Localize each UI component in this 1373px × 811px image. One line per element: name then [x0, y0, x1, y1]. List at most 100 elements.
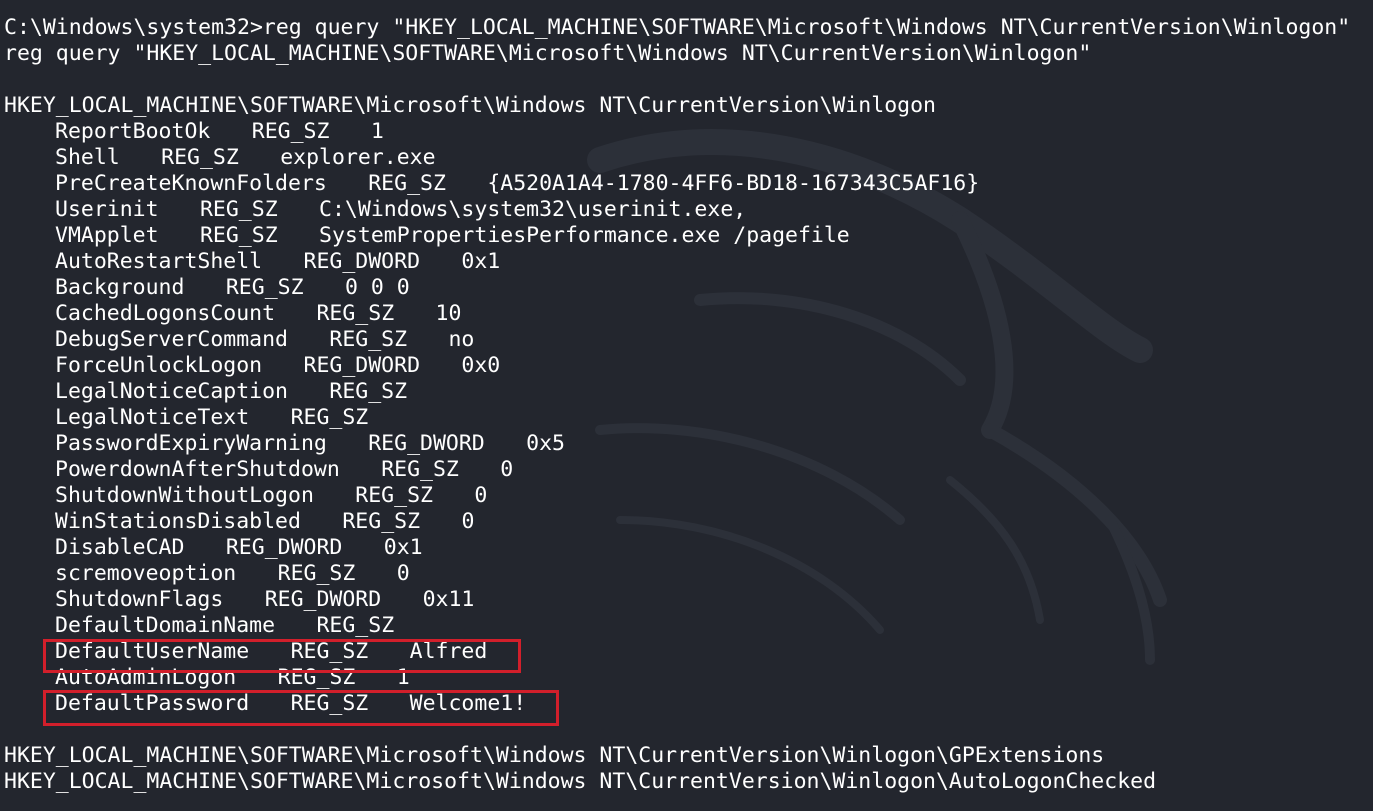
registry-value-row: Background REG_SZ 0 0 0: [4, 275, 1369, 301]
command-echo-text: reg query "HKEY_LOCAL_MACHINE\SOFTWARE\M…: [4, 41, 1092, 66]
registry-value-row: PasswordExpiryWarning REG_DWORD 0x5: [4, 431, 1369, 457]
registry-value-row: Shell REG_SZ explorer.exe: [4, 145, 1369, 171]
registry-value-type: REG_SZ: [290, 639, 369, 664]
registry-value-name: DisableCAD: [55, 535, 185, 560]
command-echo-line: reg query "HKEY_LOCAL_MACHINE\SOFTWARE\M…: [4, 41, 1369, 67]
registry-value-data: SystemPropertiesPerformance.exe /pagefil…: [319, 223, 850, 248]
registry-value-type: REG_SZ: [199, 223, 278, 248]
registry-value-data: 0x1: [461, 249, 501, 274]
registry-value-type: REG_SZ: [290, 691, 369, 716]
registry-value-row: PreCreateKnownFolders REG_SZ {A520A1A4-178…: [4, 171, 1369, 197]
registry-value-data: {A520A1A4-1780-4FF6-BD18-167343C5AF16}: [487, 171, 980, 196]
registry-value-name: DebugServerCommand: [55, 327, 288, 352]
registry-key-path: HKEY_LOCAL_MACHINE\SOFTWARE\Microsoft\Wi…: [4, 93, 1369, 119]
registry-value-row: ShutdownFlags REG_DWORD 0x11: [4, 587, 1369, 613]
registry-value-name: ShutdownFlags: [55, 587, 224, 612]
registry-value-name: VMApplet: [55, 223, 159, 248]
registry-value-name: Shell: [55, 145, 120, 170]
registry-value-name: LegalNoticeCaption: [55, 379, 288, 404]
subkey-text: HKEY_LOCAL_MACHINE\SOFTWARE\Microsoft\Wi…: [4, 743, 1105, 768]
registry-value-row: DefaultDomainName REG_SZ: [4, 613, 1369, 639]
registry-value-type: REG_DWORD: [264, 587, 382, 612]
registry-value-data: 0x0: [461, 353, 501, 378]
terminal-output[interactable]: C:\Windows\system32>reg query "HKEY_LOCA…: [4, 15, 1369, 795]
registry-value-row: DefaultPassword REG_SZ Welcome1!: [4, 691, 1369, 717]
registry-value-type: REG_DWORD: [368, 431, 485, 456]
registry-value-name: Background: [55, 275, 185, 300]
registry-value-name: DefaultPassword: [55, 691, 250, 716]
registry-value-data: Welcome1!: [409, 691, 527, 716]
registry-value-row: ForceUnlockLogon REG_DWORD 0x0: [4, 353, 1369, 379]
registry-value-row: AutoAdminLogon REG_SZ 1: [4, 665, 1369, 691]
registry-value-type: REG_SZ: [225, 275, 304, 300]
registry-value-row: ShutdownWithoutLogon REG_SZ 0: [4, 483, 1369, 509]
registry-value-row: DefaultUserName REG_SZ Alfred: [4, 639, 1369, 665]
registry-value-data: C:\Windows\system32\userinit.exe,: [319, 197, 747, 222]
registry-key-path-text: HKEY_LOCAL_MACHINE\SOFTWARE\Microsoft\Wi…: [4, 93, 936, 118]
registry-value-name: ForceUnlockLogon: [55, 353, 263, 378]
registry-value-type: REG_DWORD: [303, 249, 421, 274]
registry-value-data: 0x1: [383, 535, 423, 560]
registry-value-data: 1: [370, 119, 384, 144]
registry-value-row: LegalNoticeText REG_SZ: [4, 405, 1369, 431]
registry-value-name: LegalNoticeText: [55, 405, 250, 430]
registry-value-data: 0: [474, 483, 488, 508]
registry-value-type: REG_SZ: [290, 405, 369, 430]
registry-value-type: REG_SZ: [316, 613, 395, 638]
registry-value-name: PreCreateKnownFolders: [55, 171, 327, 196]
registry-value-data: 1: [396, 665, 410, 690]
registry-value-data: 0x11: [422, 587, 475, 612]
registry-value-type: REG_SZ: [381, 457, 459, 482]
registry-value-row: Userinit REG_SZ C:\Windows\system32\userin…: [4, 197, 1369, 223]
registry-value-data: 10: [435, 301, 462, 326]
registry-value-row: LegalNoticeCaption REG_SZ: [4, 379, 1369, 405]
registry-value-type: REG_SZ: [251, 119, 330, 144]
registry-value-row: CachedLogonsCount REG_SZ 10: [4, 301, 1369, 327]
command-prompt-text: C:\Windows\system32>reg query "HKEY_LOCA…: [4, 15, 1351, 40]
command-prompt-line: C:\Windows\system32>reg query "HKEY_LOCA…: [4, 15, 1369, 41]
registry-value-row: DebugServerCommand REG_SZ no: [4, 327, 1369, 353]
registry-value-row: WinStationsDisabled REG_SZ 0: [4, 509, 1369, 535]
registry-value-row: VMApplet REG_SZ SystemPropertiesPerformanc…: [4, 223, 1369, 249]
registry-value-type: REG_SZ: [161, 145, 239, 170]
registry-value-name: DefaultDomainName: [55, 613, 276, 638]
subkey-line: HKEY_LOCAL_MACHINE\SOFTWARE\Microsoft\Wi…: [4, 769, 1369, 795]
registry-value-row: ReportBootOk REG_SZ 1: [4, 119, 1369, 145]
registry-value-data: 0: [500, 457, 514, 482]
registry-value-row: AutoRestartShell REG_DWORD 0x1: [4, 249, 1369, 275]
registry-value-name: Userinit: [55, 197, 159, 222]
registry-value-type: REG_SZ: [277, 665, 356, 690]
registry-value-type: REG_SZ: [277, 561, 356, 586]
registry-value-row: DisableCAD REG_DWORD 0x1: [4, 535, 1369, 561]
registry-value-type: REG_DWORD: [225, 535, 343, 560]
registry-value-data: Alfred: [409, 639, 488, 664]
registry-value-name: AutoRestartShell: [55, 249, 263, 274]
registry-value-data: 0: [461, 509, 475, 534]
registry-value-type: REG_SZ: [368, 171, 446, 196]
registry-value-row: PowerdownAfterShutdown REG_SZ 0: [4, 457, 1369, 483]
registry-value-data: 0 0 0: [344, 275, 410, 300]
registry-value-type: REG_SZ: [199, 197, 278, 222]
registry-value-name: CachedLogonsCount: [55, 301, 276, 326]
registry-value-type: REG_SZ: [342, 509, 421, 534]
registry-value-name: AutoAdminLogon: [55, 665, 237, 690]
registry-value-data: explorer.exe: [280, 145, 436, 170]
registry-value-type: REG_SZ: [355, 483, 433, 508]
registry-value-data: no: [448, 327, 475, 352]
registry-value-name: scremoveoption: [55, 561, 237, 586]
registry-value-name: ReportBootOk: [55, 119, 211, 144]
registry-value-name: ShutdownWithoutLogon: [55, 483, 314, 508]
registry-values-list: ReportBootOk REG_SZ 1 Shell REG_SZ explorer.e…: [4, 119, 1369, 717]
registry-value-type: REG_SZ: [329, 327, 408, 352]
registry-value-name: PasswordExpiryWarning: [55, 431, 327, 456]
registry-value-type: REG_SZ: [316, 301, 395, 326]
registry-value-type: REG_SZ: [329, 379, 408, 404]
registry-value-row: scremoveoption REG_SZ 0: [4, 561, 1369, 587]
registry-value-name: PowerdownAfterShutdown: [55, 457, 340, 482]
registry-value-data: 0: [396, 561, 410, 586]
registry-value-type: REG_DWORD: [303, 353, 421, 378]
subkey-text: HKEY_LOCAL_MACHINE\SOFTWARE\Microsoft\Wi…: [4, 769, 1157, 794]
registry-value-name: WinStationsDisabled: [55, 509, 301, 534]
